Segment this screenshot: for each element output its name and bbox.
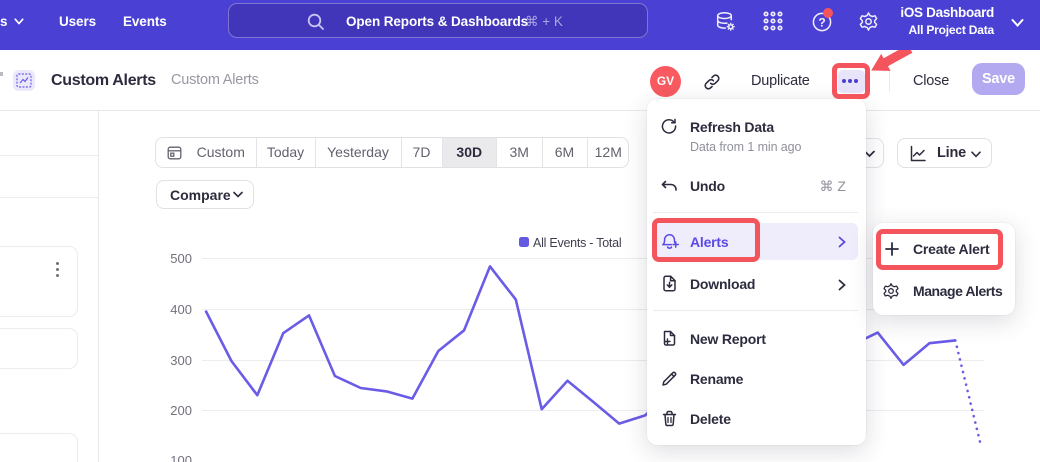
svg-text:?: ? bbox=[818, 15, 825, 29]
